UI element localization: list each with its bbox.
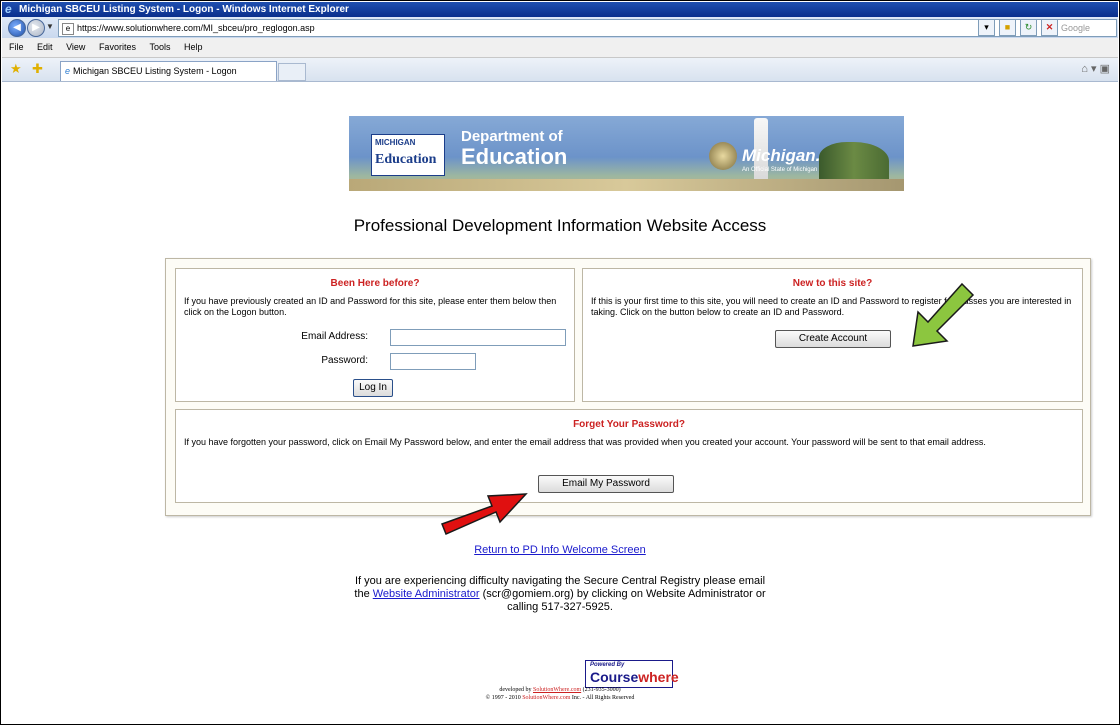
- back-button[interactable]: ◀: [8, 19, 26, 37]
- email-label: Email Address:: [301, 331, 368, 342]
- help-the: the: [354, 588, 370, 600]
- dunes-image: [819, 142, 889, 180]
- new-tab-button[interactable]: [278, 63, 306, 81]
- header-banner: MICHIGAN Education Department of Educati…: [349, 116, 904, 191]
- refresh-icon[interactable]: ↻: [1020, 19, 1037, 36]
- tab-bar: ★ ✚ e Michigan SBCEU Listing System - Log…: [2, 58, 1118, 82]
- help-line3: calling 517-327-5925.: [507, 601, 613, 613]
- forward-arrow-icon: ▶: [32, 22, 40, 33]
- home-icon[interactable]: ⌂: [1081, 63, 1088, 75]
- toolbar-icons: ⌂ ▾ ▣: [1081, 63, 1110, 75]
- address-actions: ▾ ■ ↻ ✕: [978, 19, 1058, 36]
- stop-icon[interactable]: ✕: [1041, 19, 1058, 36]
- lock-icon[interactable]: ■: [999, 19, 1016, 36]
- copyright-suffix: Inc. - All Rights Reserved: [571, 695, 635, 701]
- title-bar: e Michigan SBCEU Listing System - Logon …: [2, 2, 1118, 17]
- copyright-brand: SolutionWhere.com: [522, 695, 571, 701]
- copyright-prefix: © 1997 - 2010: [485, 695, 521, 701]
- favorites-star-icon[interactable]: ★: [10, 61, 22, 77]
- banner-stripe: [349, 179, 904, 191]
- search-input[interactable]: Google: [1057, 19, 1117, 37]
- login-text: If you have previously created an ID and…: [184, 296, 557, 317]
- password-label: Password:: [321, 355, 368, 366]
- address-toolbar: ◀ ▶ ▼ e https://www.solutionwhere.com/MI_…: [2, 17, 1118, 38]
- brand-part-b: where: [638, 669, 679, 685]
- ie-logo-icon: e: [5, 2, 12, 16]
- tab-ie-icon: e: [65, 66, 71, 76]
- dept-line1: Department of: [461, 128, 563, 145]
- return-link[interactable]: Return to PD Info Welcome Screen: [2, 544, 1118, 556]
- back-arrow-icon: ◀: [13, 22, 21, 33]
- menu-bar: File Edit View Favorites Tools Help: [2, 38, 1118, 58]
- email-field[interactable]: [390, 329, 566, 346]
- dept-line2: Education: [461, 144, 568, 169]
- email-my-password-button[interactable]: Email My Password: [538, 475, 674, 493]
- feeds-icon[interactable]: ▣: [1100, 63, 1110, 75]
- menu-view[interactable]: View: [66, 42, 85, 52]
- mde-logo-big: Education: [375, 152, 437, 167]
- login-heading: Been Here before?: [330, 278, 420, 289]
- tab-title: Michigan SBCEU Listing System - Logon: [73, 66, 237, 76]
- create-account-button[interactable]: Create Account: [775, 330, 891, 348]
- history-dropdown-icon[interactable]: ▼: [46, 22, 54, 31]
- developer-link[interactable]: SolutionWhere.com: [533, 687, 581, 693]
- login-button[interactable]: Log In: [353, 379, 393, 397]
- browser-window: e Michigan SBCEU Listing System - Logon …: [0, 0, 1120, 725]
- add-favorites-icon[interactable]: ✚: [32, 61, 43, 77]
- address-bar[interactable]: e https://www.solutionwhere.com/MI_sbceu/…: [58, 19, 1060, 37]
- address-dropdown-icon[interactable]: ▾: [978, 19, 995, 36]
- forgot-heading: Forget Your Password?: [573, 419, 685, 430]
- developer-phone: (231-935-3000): [582, 687, 621, 693]
- menu-tools[interactable]: Tools: [149, 42, 170, 52]
- tab-current[interactable]: e Michigan SBCEU Listing System - Logon: [60, 61, 277, 81]
- help-text: If you are experiencing difficulty navig…: [2, 575, 1118, 614]
- page-icon: e: [62, 22, 74, 35]
- website-admin-link[interactable]: Website Administrator: [373, 588, 480, 600]
- new-account-box: New to this site? If this is your first …: [582, 268, 1083, 402]
- forgot-password-box: Forget Your Password? If you have forgot…: [175, 409, 1083, 503]
- menu-favorites[interactable]: Favorites: [99, 42, 136, 52]
- menu-edit[interactable]: Edit: [37, 42, 53, 52]
- coursewhere-logo[interactable]: Powered By Coursewhere: [585, 660, 679, 688]
- brand-part-a: Course: [590, 669, 639, 685]
- menu-help[interactable]: Help: [184, 42, 203, 52]
- password-field[interactable]: [390, 353, 476, 370]
- michigan-seal-icon: [709, 142, 737, 170]
- new-heading: New to this site?: [792, 278, 873, 289]
- powered-by-text: Powered By: [590, 662, 625, 668]
- url-text: https://www.solutionwhere.com/MI_sbceu/p…: [77, 23, 315, 33]
- login-box: Been Here before? If you have previously…: [175, 268, 575, 402]
- menu-file[interactable]: File: [9, 42, 24, 52]
- green-arrow-icon: [912, 282, 975, 347]
- window-title: Michigan SBCEU Listing System - Logon - …: [19, 4, 349, 15]
- coursewhere-brand: Coursewhere: [590, 669, 679, 685]
- mde-logo[interactable]: MICHIGAN Education: [371, 134, 445, 176]
- page-content: MICHIGAN Education Department of Educati…: [2, 82, 1118, 724]
- mde-logo-small: MICHIGAN: [375, 138, 416, 147]
- developed-by: developed by: [499, 687, 532, 693]
- help-line1: If you are experiencing difficulty navig…: [354, 575, 766, 587]
- page-title: Professional Development Information Web…: [353, 216, 767, 235]
- footer-credits: developed by SolutionWhere.com (231-935-…: [2, 686, 1118, 702]
- new-text: If this is your first time to this site,…: [591, 296, 1072, 317]
- forgot-text: If you have forgotten your password, cli…: [184, 437, 986, 447]
- forward-button[interactable]: ▶: [27, 19, 45, 37]
- help-line2: (scr@gomiem.org) by clicking on Website …: [482, 588, 766, 600]
- red-arrow-icon: [441, 493, 528, 535]
